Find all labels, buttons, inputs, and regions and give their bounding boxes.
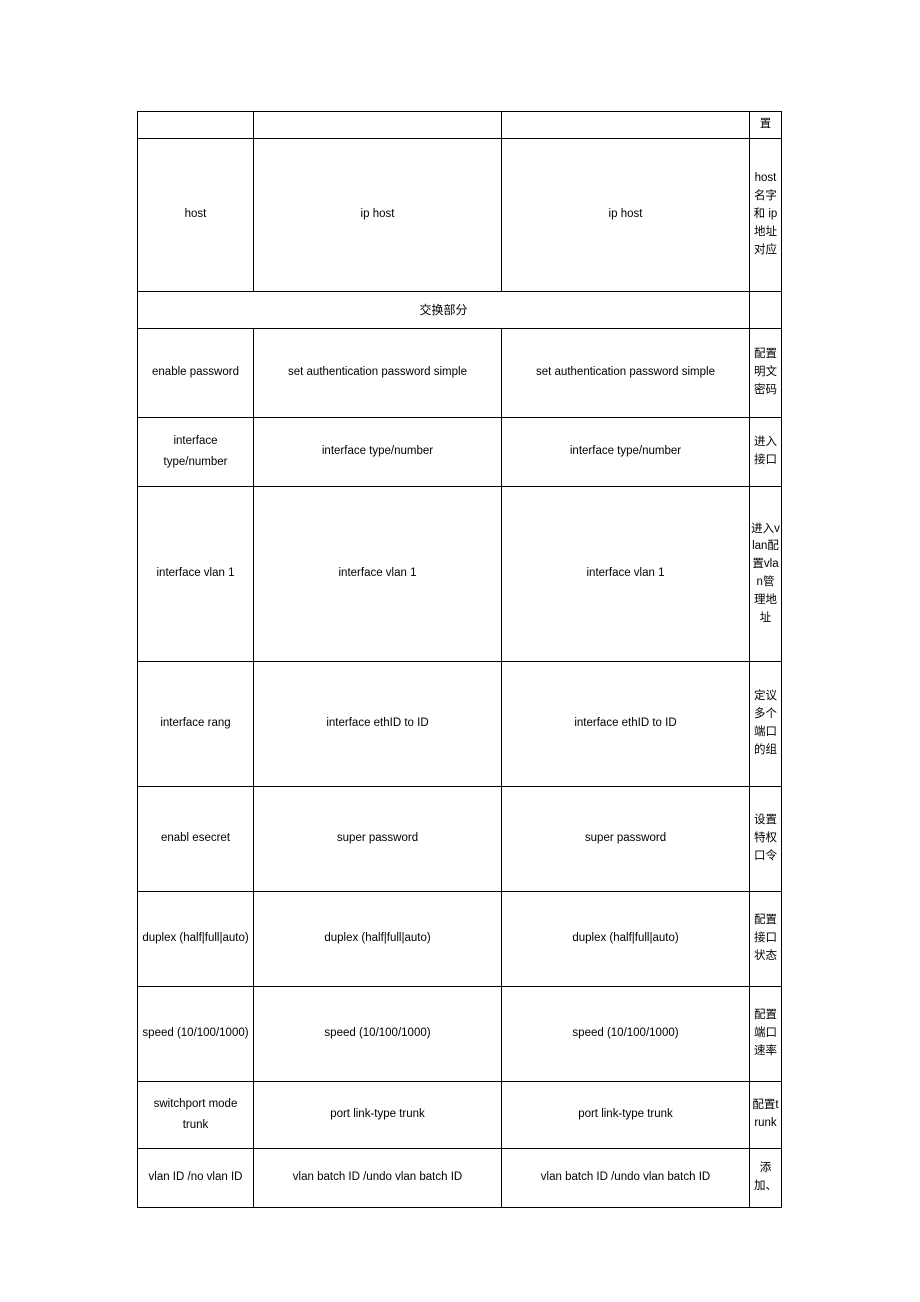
cell-command: enable password <box>137 328 254 418</box>
cell-variant-b: speed (10/100/1000) <box>501 986 750 1082</box>
cell-description: 配置trunk <box>749 1081 782 1149</box>
cell-description: 进入vlan配置vlan管理地址 <box>749 486 782 662</box>
cell-command: switchport mode trunk <box>137 1081 254 1149</box>
table-row: duplex (half|full|auto) duplex (half|ful… <box>137 891 782 987</box>
document-page: 置 host ip host ip host host 名字和 ip 地址对应 … <box>0 0 920 1302</box>
cell-variant-b: set authentication password simple <box>501 328 750 418</box>
cell-variant-a: ip host <box>253 138 502 292</box>
cell-description: 置 <box>749 111 782 139</box>
cell-command: interface vlan 1 <box>137 486 254 662</box>
section-label: 交换部分 <box>137 291 750 329</box>
cell-variant-a: duplex (half|full|auto) <box>253 891 502 987</box>
cell-variant-a: super password <box>253 786 502 892</box>
cell-command: interface rang <box>137 661 254 787</box>
cell-description: 配置端口速率 <box>749 986 782 1082</box>
cell-variant-a: vlan batch ID /undo vlan batch ID <box>253 1148 502 1208</box>
cell-variant-b <box>501 111 750 139</box>
table-body: 置 host ip host ip host host 名字和 ip 地址对应 … <box>137 111 782 1208</box>
table-row: interface vlan 1 interface vlan 1 interf… <box>137 486 782 662</box>
cell-description <box>749 291 782 329</box>
cell-variant-a: interface type/number <box>253 417 502 487</box>
table-row: interface rang interface ethID to ID int… <box>137 661 782 787</box>
table-row: 置 <box>137 111 782 139</box>
table-row: enabl esecret super password super passw… <box>137 786 782 892</box>
cell-variant-b: super password <box>501 786 750 892</box>
command-comparison-table: 置 host ip host ip host host 名字和 ip 地址对应 … <box>137 111 782 1208</box>
table-row: enable password set authentication passw… <box>137 328 782 418</box>
cell-variant-b: vlan batch ID /undo vlan batch ID <box>501 1148 750 1208</box>
cell-command: enabl esecret <box>137 786 254 892</box>
cell-command <box>137 111 254 139</box>
cell-command: speed (10/100/1000) <box>137 986 254 1082</box>
cell-description: host 名字和 ip 地址对应 <box>749 138 782 292</box>
cell-variant-b: interface type/number <box>501 417 750 487</box>
cell-variant-b: interface ethID to ID <box>501 661 750 787</box>
cell-variant-a: set authentication password simple <box>253 328 502 418</box>
table-row: speed (10/100/1000) speed (10/100/1000) … <box>137 986 782 1082</box>
table-row: host ip host ip host host 名字和 ip 地址对应 <box>137 138 782 292</box>
cell-variant-b: port link-type trunk <box>501 1081 750 1149</box>
cell-command: duplex (half|full|auto) <box>137 891 254 987</box>
cell-variant-a <box>253 111 502 139</box>
cell-variant-b: duplex (half|full|auto) <box>501 891 750 987</box>
cell-description: 添加、 <box>749 1148 782 1208</box>
cell-variant-a: interface ethID to ID <box>253 661 502 787</box>
cell-description: 设置特权口令 <box>749 786 782 892</box>
cell-description: 配置明文密码 <box>749 328 782 418</box>
cell-command: host <box>137 138 254 292</box>
cell-command: vlan ID /no vlan ID <box>137 1148 254 1208</box>
cell-variant-b: interface vlan 1 <box>501 486 750 662</box>
cell-description: 配置接口状态 <box>749 891 782 987</box>
cell-variant-a: interface vlan 1 <box>253 486 502 662</box>
table-section-row: 交换部分 <box>137 291 782 329</box>
table-row: vlan ID /no vlan ID vlan batch ID /undo … <box>137 1148 782 1208</box>
table-row: interface type/number interface type/num… <box>137 417 782 487</box>
cell-variant-a: port link-type trunk <box>253 1081 502 1149</box>
table-row: switchport mode trunk port link-type tru… <box>137 1081 782 1149</box>
cell-description: 进入接口 <box>749 417 782 487</box>
cell-variant-b: ip host <box>501 138 750 292</box>
cell-command: interface type/number <box>137 417 254 487</box>
cell-description: 定议多个端口的组 <box>749 661 782 787</box>
cell-variant-a: speed (10/100/1000) <box>253 986 502 1082</box>
